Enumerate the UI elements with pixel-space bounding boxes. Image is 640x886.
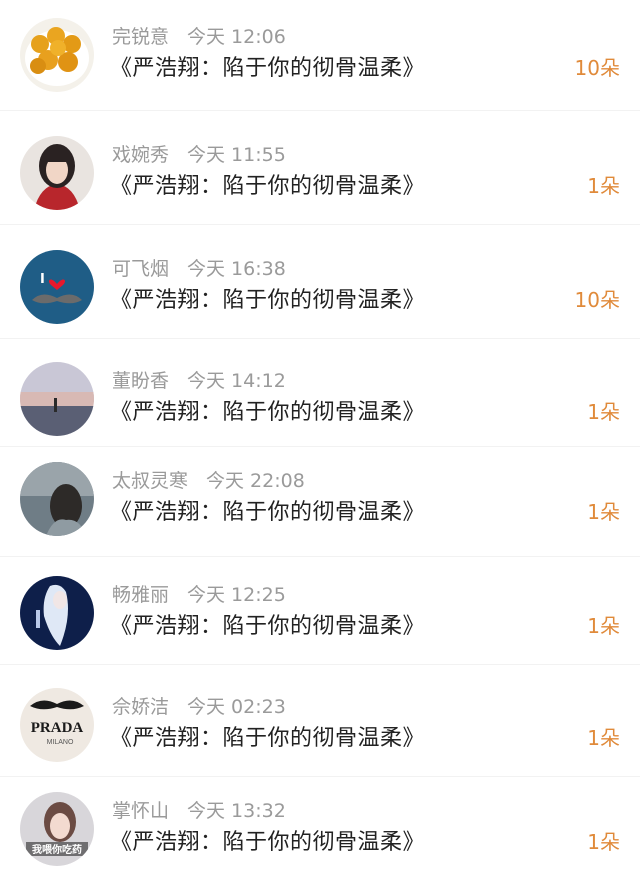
svg-text:我喂你吃药: 我喂你吃药 bbox=[32, 843, 82, 856]
timestamp: 今天 11:55 bbox=[187, 144, 286, 166]
girl-portrait-icon bbox=[20, 136, 94, 210]
item-title: 《严浩翔：陷于你的彻骨温柔》 bbox=[110, 500, 426, 525]
avatar[interactable] bbox=[20, 18, 94, 92]
flower-count: 1朵 bbox=[587, 174, 620, 198]
item-meta: 掌怀山 今天 13:32 bbox=[112, 796, 286, 823]
svg-text:PRADA: PRADA bbox=[31, 720, 84, 736]
flower-count: 1朵 bbox=[587, 726, 620, 750]
item-title: 《严浩翔：陷于你的彻骨温柔》 bbox=[110, 830, 426, 855]
avatar[interactable]: I bbox=[20, 250, 94, 324]
avatar[interactable] bbox=[20, 136, 94, 210]
avatar[interactable] bbox=[20, 576, 94, 650]
item-title: 《严浩翔：陷于你的彻骨温柔》 bbox=[110, 614, 426, 639]
user-name: 太叔灵寒 bbox=[112, 470, 189, 492]
mustache-heart-icon: I bbox=[20, 250, 94, 324]
avatar[interactable]: 我喂你吃药 bbox=[20, 792, 94, 866]
avatar[interactable]: PRADA MILANO bbox=[20, 688, 94, 762]
prada-logo-icon: PRADA MILANO bbox=[20, 688, 94, 762]
list-item[interactable]: 我喂你吃药 掌怀山 今天 13:32 《严浩翔：陷于你的彻骨温柔》 1朵 bbox=[0, 786, 640, 870]
item-meta: 戏婉秀 今天 11:55 bbox=[112, 140, 286, 167]
svg-text:I: I bbox=[40, 272, 45, 287]
anime-girl-icon bbox=[20, 576, 94, 650]
user-name: 畅雅丽 bbox=[112, 584, 170, 606]
timestamp: 今天 12:25 bbox=[187, 584, 286, 606]
divider bbox=[0, 664, 640, 665]
list-item[interactable]: PRADA MILANO 佘娇洁 今天 02:23 《严浩翔：陷于你的彻骨温柔》 … bbox=[0, 682, 640, 766]
list-item[interactable]: 畅雅丽 今天 12:25 《严浩翔：陷于你的彻骨温柔》 1朵 bbox=[0, 570, 640, 654]
timestamp: 今天 02:23 bbox=[187, 696, 286, 718]
flower-count: 10朵 bbox=[574, 288, 620, 312]
item-meta: 佘娇洁 今天 02:23 bbox=[112, 692, 286, 719]
user-name: 戏婉秀 bbox=[112, 144, 170, 166]
divider bbox=[0, 338, 640, 339]
message-list: 完锐意 今天 12:06 《严浩翔：陷于你的彻骨温柔》 10朵 戏婉秀 今天 11:… bbox=[0, 0, 640, 886]
timestamp: 今天 16:38 bbox=[187, 258, 286, 280]
item-title: 《严浩翔：陷于你的彻骨温柔》 bbox=[110, 726, 426, 751]
timestamp: 今天 12:06 bbox=[187, 26, 286, 48]
item-title: 《严浩翔：陷于你的彻骨温柔》 bbox=[110, 174, 426, 199]
avatar[interactable] bbox=[20, 462, 94, 536]
flower-count: 1朵 bbox=[587, 830, 620, 854]
flower-count: 10朵 bbox=[574, 56, 620, 80]
user-name: 掌怀山 bbox=[112, 800, 170, 822]
flower-count: 1朵 bbox=[587, 500, 620, 524]
avatar[interactable] bbox=[20, 362, 94, 436]
divider bbox=[0, 776, 640, 777]
item-meta: 太叔灵寒 今天 22:08 bbox=[112, 466, 305, 493]
girl-back-icon bbox=[20, 462, 94, 536]
divider bbox=[0, 556, 640, 557]
item-title: 《严浩翔：陷于你的彻骨温柔》 bbox=[110, 56, 426, 81]
flower-count: 1朵 bbox=[587, 400, 620, 424]
sunset-lake-icon bbox=[20, 362, 94, 436]
list-item[interactable]: 完锐意 今天 12:06 《严浩翔：陷于你的彻骨温柔》 10朵 bbox=[0, 12, 640, 96]
user-name: 董盼香 bbox=[112, 370, 170, 392]
divider bbox=[0, 110, 640, 111]
user-name: 佘娇洁 bbox=[112, 696, 170, 718]
item-meta: 完锐意 今天 12:06 bbox=[112, 22, 286, 49]
list-item[interactable]: 董盼香 今天 14:12 《严浩翔：陷于你的彻骨温柔》 1朵 bbox=[0, 356, 640, 440]
flower-count: 1朵 bbox=[587, 614, 620, 638]
timestamp: 今天 22:08 bbox=[206, 470, 305, 492]
svg-text:MILANO: MILANO bbox=[47, 739, 74, 746]
list-item[interactable]: 戏婉秀 今天 11:55 《严浩翔：陷于你的彻骨温柔》 1朵 bbox=[0, 130, 640, 214]
list-item[interactable]: I 可飞烟 今天 16:38 《严浩翔：陷于你的彻骨温柔》 10朵 bbox=[0, 244, 640, 328]
item-title: 《严浩翔：陷于你的彻骨温柔》 bbox=[110, 288, 426, 313]
timestamp: 今天 13:32 bbox=[187, 800, 286, 822]
user-name: 可飞烟 bbox=[112, 258, 170, 280]
list-item[interactable]: 太叔灵寒 今天 22:08 《严浩翔：陷于你的彻骨温柔》 1朵 bbox=[0, 456, 640, 540]
item-meta: 畅雅丽 今天 12:25 bbox=[112, 580, 286, 607]
divider bbox=[0, 446, 640, 447]
item-meta: 可飞烟 今天 16:38 bbox=[112, 254, 286, 281]
item-meta: 董盼香 今天 14:12 bbox=[112, 366, 286, 393]
user-name: 完锐意 bbox=[112, 26, 170, 48]
divider bbox=[0, 224, 640, 225]
orange-balls-icon bbox=[20, 18, 94, 92]
girl-caption-icon: 我喂你吃药 bbox=[20, 792, 94, 866]
item-title: 《严浩翔：陷于你的彻骨温柔》 bbox=[110, 400, 426, 425]
timestamp: 今天 14:12 bbox=[187, 370, 286, 392]
